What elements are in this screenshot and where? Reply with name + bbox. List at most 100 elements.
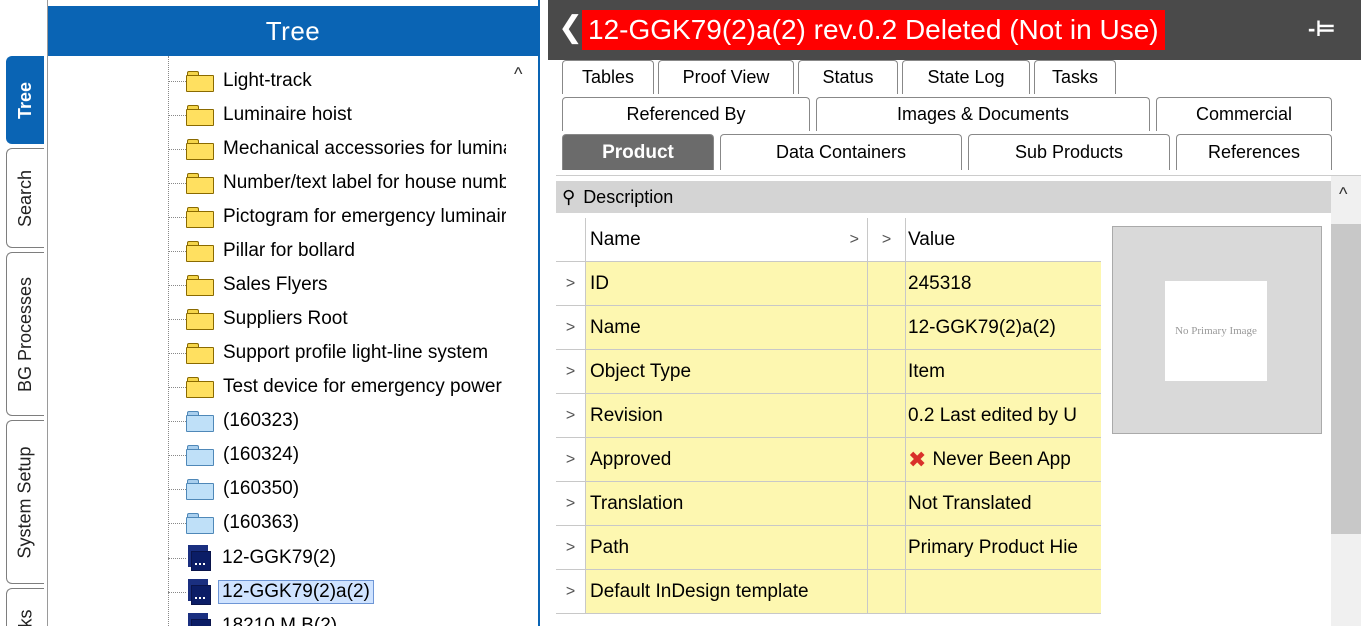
- tree-item[interactable]: Light-track: [168, 64, 316, 98]
- tab-commercial[interactable]: Commercial: [1156, 97, 1332, 131]
- tree-connector: [168, 114, 186, 116]
- tree-item[interactable]: 12-GGK79(2)a(2): [168, 575, 374, 609]
- tree-connector: [168, 352, 186, 354]
- tree-item[interactable]: (160363): [168, 506, 303, 540]
- tree-connector: [168, 557, 186, 559]
- tree-item[interactable]: Number/text label for house numbe: [168, 166, 524, 200]
- vtab-system-setup[interactable]: System Setup: [6, 420, 44, 584]
- vtab-search[interactable]: Search: [6, 148, 44, 248]
- scroll-up-icon[interactable]: ^: [514, 64, 522, 85]
- title-bar: ❮ 12-GGK79(2)a(2) rev.0.2 Deleted (Not i…: [548, 0, 1361, 60]
- tab-referenced-by[interactable]: Referenced By: [562, 97, 810, 131]
- vtab-tasks[interactable]: ks: [6, 588, 44, 626]
- pin-icon[interactable]: ⚲: [562, 187, 575, 208]
- table-row[interactable]: > Translation Not Translated: [556, 482, 1101, 526]
- tree-item[interactable]: (160323): [168, 404, 303, 438]
- folder-icon: [186, 274, 214, 296]
- tab-status[interactable]: Status: [798, 60, 898, 94]
- tree-item[interactable]: Pillar for bollard: [168, 234, 359, 268]
- column-header-name[interactable]: Name >: [586, 218, 868, 261]
- attribute-value[interactable]: 12-GGK79(2)a(2): [906, 306, 1101, 349]
- table-row[interactable]: > Object Type Item: [556, 350, 1101, 394]
- tab-references[interactable]: References: [1176, 134, 1332, 170]
- back-arrow-icon[interactable]: ❮: [558, 10, 583, 45]
- tree-item[interactable]: Mechanical accessories for luminair: [168, 132, 528, 166]
- tab-images-documents[interactable]: Images & Documents: [816, 97, 1150, 131]
- attribute-name: ID: [586, 262, 868, 305]
- attribute-value[interactable]: [906, 570, 1101, 613]
- tree-item[interactable]: Suppliers Root: [168, 302, 352, 336]
- tab-tables-label: Tables: [581, 67, 635, 87]
- folder-icon: [186, 240, 214, 262]
- attribute-spacer: [868, 306, 906, 349]
- tab-proof-view[interactable]: Proof View: [658, 60, 794, 94]
- expand-row-icon[interactable]: >: [556, 482, 586, 525]
- tab-state-log[interactable]: State Log: [902, 60, 1030, 94]
- tab-product[interactable]: Product: [562, 134, 714, 170]
- table-row[interactable]: > Approved ✖ Never Been App: [556, 438, 1101, 482]
- attribute-value[interactable]: ✖ Never Been App: [906, 438, 1101, 481]
- attribute-value[interactable]: Item: [906, 350, 1101, 393]
- product-icon: [186, 579, 212, 605]
- tab-tasks[interactable]: Tasks: [1034, 60, 1116, 94]
- pin-icon[interactable]: -⊨: [1308, 16, 1342, 44]
- expand-row-icon[interactable]: >: [556, 306, 586, 349]
- vertical-tab-strip: Tree Search BG Processes System Setup ks: [0, 0, 48, 626]
- scroll-up-icon[interactable]: ^: [1339, 184, 1347, 205]
- attribute-value[interactable]: 245318: [906, 262, 1101, 305]
- tree-header: Tree: [48, 6, 538, 56]
- attribute-spacer: [868, 570, 906, 613]
- tree-item[interactable]: Sales Flyers: [168, 268, 332, 302]
- attribute-value[interactable]: 0.2 Last edited by U: [906, 394, 1101, 437]
- expand-row-icon[interactable]: >: [556, 438, 586, 481]
- table-row[interactable]: > Name 12-GGK79(2)a(2): [556, 306, 1101, 350]
- table-row[interactable]: > Default InDesign template: [556, 570, 1101, 614]
- tree-item[interactable]: Luminaire hoist: [168, 98, 356, 132]
- tree-item[interactable]: Test device for emergency power l: [168, 370, 515, 404]
- tree-item[interactable]: Pictogram for emergency luminaire: [168, 200, 522, 234]
- attribute-name: Object Type: [586, 350, 868, 393]
- tree-item[interactable]: 18210 M.B(2): [168, 609, 341, 626]
- object-title: 12-GGK79(2)a(2) rev.0.2 Deleted (Not in …: [582, 10, 1165, 50]
- tree-item[interactable]: Support profile light-line system: [168, 336, 492, 370]
- attribute-value[interactable]: Primary Product Hie: [906, 526, 1101, 569]
- table-row[interactable]: > ID 245318: [556, 262, 1101, 306]
- expand-row-icon[interactable]: >: [556, 350, 586, 393]
- tree-item[interactable]: (160324): [168, 438, 303, 472]
- expand-row-icon[interactable]: >: [556, 394, 586, 437]
- grid-header-row: Name > > Value: [556, 218, 1101, 262]
- scrollbar-thumb[interactable]: [1331, 224, 1361, 534]
- tree-item[interactable]: 12-GGK79(2): [168, 541, 340, 575]
- table-row[interactable]: > Path Primary Product Hie: [556, 526, 1101, 570]
- expand-row-icon[interactable]: >: [556, 526, 586, 569]
- tree-item-label: Mechanical accessories for luminair: [223, 138, 524, 159]
- tree-scrollbar[interactable]: ^: [506, 56, 538, 626]
- tree-connector: [168, 488, 186, 490]
- folder-icon: [186, 138, 214, 160]
- tree-item-label: 12-GGK79(2): [222, 547, 337, 568]
- tab-data-containers[interactable]: Data Containers: [720, 134, 962, 170]
- chevron-right-icon[interactable]: >: [868, 218, 906, 261]
- vtab-bg-processes[interactable]: BG Processes: [6, 252, 44, 416]
- expand-row-icon[interactable]: >: [556, 262, 586, 305]
- table-row[interactable]: > Revision 0.2 Last edited by U: [556, 394, 1101, 438]
- content-scrollbar[interactable]: ^: [1331, 176, 1361, 626]
- attribute-spacer: [868, 438, 906, 481]
- column-header-value[interactable]: Value: [906, 218, 1101, 261]
- description-section-header[interactable]: ⚲ Description: [556, 181, 1331, 213]
- expand-row-icon[interactable]: >: [556, 570, 586, 613]
- panel-splitter[interactable]: [538, 0, 548, 626]
- tab-sub-products[interactable]: Sub Products: [968, 134, 1170, 170]
- section-title: Description: [583, 186, 674, 207]
- primary-image-panel[interactable]: No Primary Image: [1112, 226, 1322, 434]
- tree-item[interactable]: (160350): [168, 472, 303, 506]
- attribute-name: Revision: [586, 394, 868, 437]
- chevron-right-icon[interactable]: >: [850, 231, 859, 249]
- tree-connector: [168, 420, 186, 422]
- tab-tables[interactable]: Tables: [562, 60, 654, 94]
- tab-sub-products-label: Sub Products: [1014, 142, 1124, 162]
- attribute-value[interactable]: Not Translated: [906, 482, 1101, 525]
- vtab-tree[interactable]: Tree: [6, 56, 44, 144]
- tree-body[interactable]: Light-track Luminaire hoist Mechanical acc…: [48, 56, 538, 626]
- tree-item-label: Number/text label for house numbe: [223, 172, 520, 193]
